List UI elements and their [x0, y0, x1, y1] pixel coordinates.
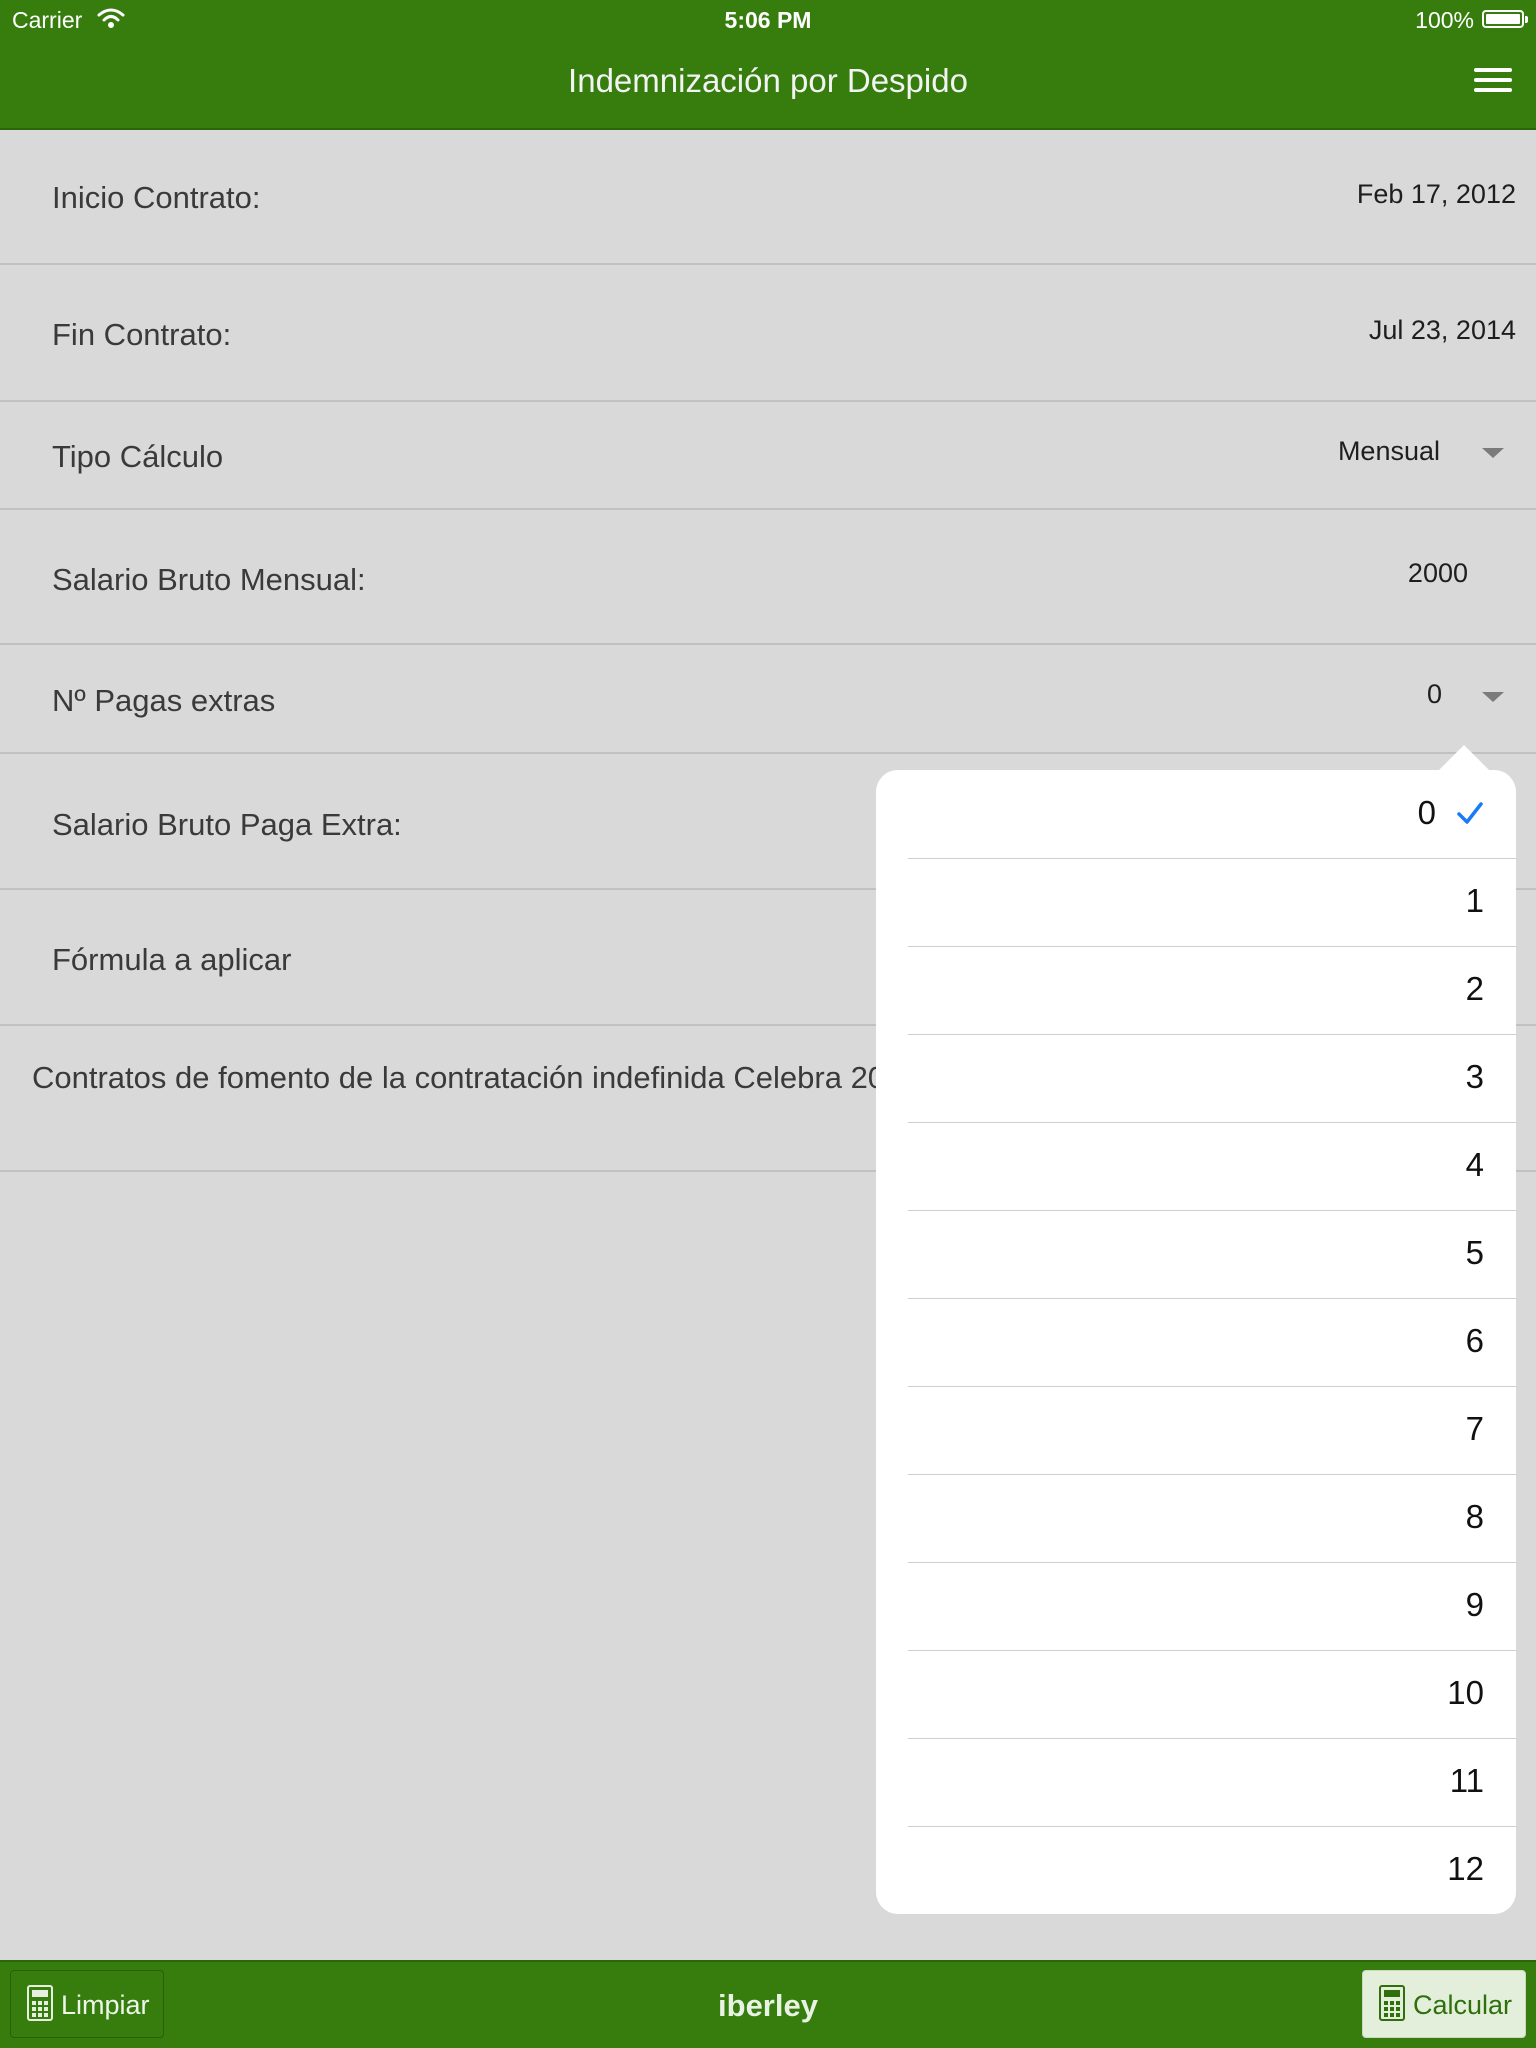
menu-button[interactable] — [1468, 60, 1518, 100]
salario-mensual-label: Salario Bruto Mensual: — [52, 562, 366, 597]
popover-arrow — [1438, 745, 1490, 771]
status-time: 5:06 PM — [724, 7, 812, 33]
row-inicio-contrato[interactable]: Inicio Contrato: Feb 17, 2012 — [0, 128, 1536, 265]
hamburger-icon — [1474, 68, 1512, 72]
picker-option[interactable]: 5 — [908, 1210, 1516, 1299]
picker-option-label: 7 — [1465, 1410, 1484, 1447]
picker-option-label: 9 — [1465, 1586, 1484, 1623]
picker-option[interactable]: 12 — [908, 1826, 1516, 1914]
chevron-down-icon[interactable] — [1482, 692, 1504, 702]
bottom-toolbar: Limpiar iberley Calcular — [0, 1960, 1536, 2048]
row-tipo-calculo[interactable]: Tipo Cálculo Mensual — [0, 402, 1536, 510]
picker-option-label: 10 — [1447, 1674, 1484, 1711]
row-pagas-extras[interactable]: Nº Pagas extras 0 — [0, 645, 1536, 754]
picker-option-label: 3 — [1465, 1058, 1484, 1095]
battery-percent: 100% — [1415, 7, 1474, 33]
calcular-button[interactable]: Calcular — [1362, 1970, 1526, 2038]
page-title: Indemnización por Despido — [568, 62, 968, 99]
salario-paga-extra-label: Salario Bruto Paga Extra: — [52, 807, 402, 842]
formula-label: Fórmula a aplicar — [52, 942, 292, 977]
picker-option-label: 0 — [1417, 794, 1436, 831]
fin-contrato-value[interactable]: Jul 23, 2014 — [1369, 315, 1516, 346]
picker-option-label: 4 — [1465, 1146, 1484, 1183]
row-salario-bruto-mensual[interactable]: Salario Bruto Mensual: 2000 — [0, 510, 1536, 645]
picker-option[interactable]: 2 — [908, 946, 1516, 1035]
row-fin-contrato[interactable]: Fin Contrato: Jul 23, 2014 — [0, 265, 1536, 402]
picker-option[interactable]: 11 — [908, 1738, 1516, 1827]
picker-option[interactable]: 3 — [908, 1034, 1516, 1123]
picker-option[interactable]: 8 — [908, 1474, 1516, 1563]
battery-icon — [1482, 10, 1528, 28]
pagas-extras-picker: 0 1 2 3 4 5 6 7 8 9 10 11 12 — [876, 770, 1516, 1914]
salario-mensual-input[interactable]: 2000 — [1408, 558, 1468, 589]
picker-option-label: 5 — [1465, 1234, 1484, 1271]
picker-option[interactable]: 1 — [908, 858, 1516, 947]
tipo-calculo-select[interactable]: Mensual — [1338, 436, 1440, 467]
status-bar: Carrier 5:06 PM 100% — [0, 0, 1536, 40]
picker-option[interactable]: 0 — [908, 770, 1516, 859]
picker-option-label: 12 — [1447, 1850, 1484, 1887]
nav-bar: Carrier 5:06 PM 100% Indemnización por D… — [0, 0, 1536, 130]
picker-option[interactable]: 10 — [908, 1650, 1516, 1739]
picker-option[interactable]: 7 — [908, 1386, 1516, 1475]
pagas-extras-select[interactable]: 0 — [1427, 679, 1442, 710]
brand-name: iberley — [718, 1988, 818, 2023]
picker-option[interactable]: 9 — [908, 1562, 1516, 1651]
inicio-contrato-value[interactable]: Feb 17, 2012 — [1357, 179, 1516, 210]
pagas-extras-label: Nº Pagas extras — [52, 683, 276, 718]
picker-option-label: 1 — [1465, 882, 1484, 919]
picker-option[interactable]: 6 — [908, 1298, 1516, 1387]
picker-option[interactable]: 4 — [908, 1122, 1516, 1211]
chevron-down-icon[interactable] — [1482, 448, 1504, 458]
picker-option-label: 11 — [1449, 1762, 1484, 1799]
tipo-calculo-label: Tipo Cálculo — [52, 439, 224, 474]
inicio-contrato-label: Inicio Contrato: — [52, 180, 261, 215]
picker-option-label: 2 — [1465, 970, 1484, 1007]
calculator-icon — [1379, 1985, 1405, 2021]
checkmark-icon — [1457, 802, 1483, 824]
fin-contrato-label: Fin Contrato: — [52, 317, 232, 352]
picker-option-label: 6 — [1465, 1322, 1484, 1359]
formula-value[interactable]: Contratos de fomento de la contratación … — [32, 1058, 932, 1098]
picker-option-label: 8 — [1465, 1498, 1484, 1535]
calcular-label: Calcular — [1413, 1990, 1513, 2020]
